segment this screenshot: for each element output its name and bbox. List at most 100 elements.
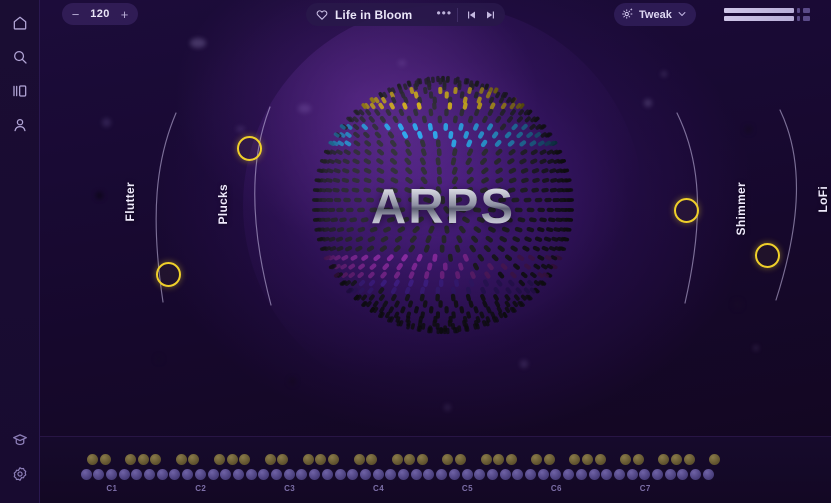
skip-previous-icon[interactable] [461,5,481,25]
macro-arc-lofi[interactable] [775,109,798,301]
bpm-increment-button[interactable]: + [116,6,133,23]
white-key[interactable] [423,469,435,480]
black-key[interactable] [264,454,276,465]
white-key[interactable] [613,469,625,480]
white-key[interactable] [525,469,536,480]
black-key[interactable] [175,454,187,465]
white-key[interactable] [296,469,308,480]
black-key[interactable] [620,454,632,465]
white-key[interactable] [537,469,549,480]
white-key[interactable] [309,469,321,480]
black-key[interactable] [658,454,670,465]
white-key[interactable] [271,469,282,480]
white-key[interactable] [321,469,333,480]
bpm-decrement-button[interactable]: − [67,6,84,23]
skip-next-icon[interactable] [481,5,501,25]
white-key[interactable] [664,469,676,480]
black-key[interactable] [404,454,416,465]
black-key[interactable] [671,454,683,465]
white-key[interactable] [347,469,359,480]
black-key[interactable] [709,454,721,465]
black-key[interactable] [493,454,505,465]
white-key[interactable] [550,469,562,480]
macro-handle-plucks[interactable] [236,135,262,161]
black-key[interactable] [442,454,454,465]
level-meters[interactable] [724,8,824,24]
tweak-dropdown[interactable]: Tweak [614,3,696,26]
black-key[interactable] [137,454,149,465]
black-key[interactable] [353,454,365,465]
macro-handle-lofi[interactable] [754,242,780,268]
white-key[interactable] [334,469,346,480]
black-key[interactable] [99,454,111,465]
black-key[interactable] [328,454,340,465]
black-key[interactable] [302,454,314,465]
white-key[interactable] [601,469,613,480]
black-key[interactable] [683,454,695,465]
white-key[interactable] [118,469,130,480]
black-key[interactable] [594,454,606,465]
white-key[interactable] [575,469,587,480]
white-key[interactable] [410,469,422,480]
white-key[interactable] [385,469,397,480]
heart-icon[interactable] [316,9,328,21]
black-key[interactable] [150,454,162,465]
arp-sphere-visualizer[interactable]: ARPS [243,5,643,405]
white-key[interactable] [639,469,651,480]
white-key[interactable] [626,469,638,480]
black-key[interactable] [226,454,238,465]
white-key[interactable] [461,469,473,480]
white-key[interactable] [563,469,575,480]
black-key[interactable] [86,454,98,465]
white-key[interactable] [194,469,206,480]
white-key[interactable] [588,469,600,480]
black-key[interactable] [391,454,403,465]
black-key[interactable] [582,454,594,465]
sidebar-item-settings[interactable] [5,459,35,489]
white-key[interactable] [512,469,524,480]
black-key[interactable] [569,454,581,465]
sidebar-item-profile[interactable] [5,110,35,140]
white-key[interactable] [207,469,219,480]
white-key[interactable] [80,469,92,480]
black-key[interactable] [366,454,378,465]
white-key[interactable] [436,469,448,480]
white-key[interactable] [448,469,460,480]
black-key[interactable] [455,454,467,465]
track-more-button[interactable]: ••• [434,5,454,25]
sidebar-item-library[interactable] [5,76,35,106]
macro-handle-shimmer[interactable] [673,197,699,223]
black-key[interactable] [239,454,251,465]
white-key[interactable] [283,469,295,480]
white-key[interactable] [474,469,486,480]
black-key[interactable] [480,454,492,465]
white-key[interactable] [359,469,371,480]
white-key[interactable] [156,469,168,480]
black-key[interactable] [124,454,136,465]
black-key[interactable] [213,454,225,465]
white-key[interactable] [245,469,257,480]
white-key[interactable] [131,469,143,480]
white-key[interactable] [499,469,511,480]
black-key[interactable] [277,454,289,465]
macro-arc-plucks[interactable] [254,106,272,306]
black-key[interactable] [632,454,644,465]
black-key[interactable] [544,454,556,465]
white-key[interactable] [220,469,232,480]
white-key[interactable] [182,469,194,480]
white-key[interactable] [169,469,181,480]
white-key[interactable] [372,469,384,480]
white-key[interactable] [702,469,714,480]
black-key[interactable] [315,454,327,465]
sidebar-item-home[interactable] [5,8,35,38]
bpm-control[interactable]: − 120 + [62,3,138,25]
black-key[interactable] [505,454,517,465]
sidebar-item-search[interactable] [5,42,35,72]
white-key[interactable] [258,469,270,480]
white-key[interactable] [398,469,409,480]
white-key[interactable] [486,469,498,480]
white-key[interactable] [652,469,663,480]
sidebar-item-learn[interactable] [5,425,35,455]
black-key[interactable] [417,454,429,465]
macro-handle-flutter[interactable] [155,261,181,287]
